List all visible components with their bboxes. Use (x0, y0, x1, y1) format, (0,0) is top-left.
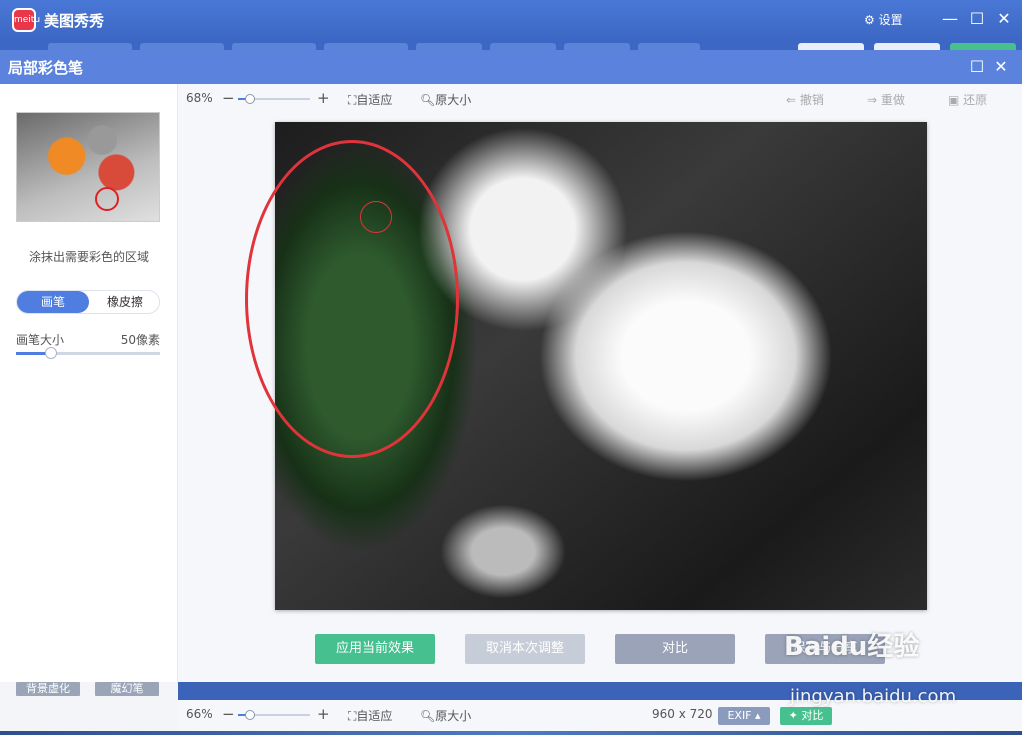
brush-size-value: 50像素 (120, 333, 160, 347)
zoom-slider[interactable] (238, 94, 310, 104)
redo-button[interactable]: ⇒ 重做 (867, 91, 905, 108)
panel-header: 局部彩色笔 ☐ ✕ (0, 50, 1022, 84)
redo-label: 重做 (880, 93, 905, 107)
panel-close-icon[interactable]: ✕ (990, 56, 1012, 78)
brush-size-slider[interactable] (16, 347, 160, 359)
minimize-icon[interactable]: — (939, 8, 961, 30)
tab-stub[interactable] (324, 43, 408, 50)
tab-stub[interactable] (48, 43, 132, 50)
taskbar-edge (0, 731, 1022, 735)
tab-strip (0, 40, 1022, 50)
status-compare-button[interactable]: ✦ 对比 (780, 707, 832, 725)
sidebar: 涂抹出需要彩色的区域 画笔 橡皮擦 画笔大小 50像素 (0, 84, 178, 682)
edited-photo[interactable] (245, 122, 927, 610)
brush-size-handle[interactable] (44, 347, 57, 359)
navigator-thumbnail[interactable] (16, 112, 160, 222)
status-original-label: 原大小 (435, 709, 472, 723)
mode-toggle: 画笔 橡皮擦 (16, 290, 160, 314)
watermark-logo: Baidu经验 (784, 632, 920, 662)
top-toolbar: 68% − + ⛶自适应 🔍︎原大小 ⇐ 撤销 ⇒ 重做 ▣ 还原 (178, 84, 1022, 114)
highlight-ellipse (245, 140, 459, 458)
status-zoom-out-icon[interactable]: − (222, 705, 235, 723)
tab-stub[interactable] (638, 43, 700, 50)
close-icon[interactable]: ✕ (993, 8, 1015, 30)
undo-arrow-icon: ⇐ (786, 93, 800, 107)
tab-stub[interactable] (950, 43, 1016, 50)
gear-icon: ⚙ (864, 13, 875, 27)
app-title: 美图秀秀 (44, 12, 105, 30)
exif-label: EXIF (727, 709, 752, 722)
compare-button[interactable]: 对比 (615, 634, 735, 664)
status-zoom-handle[interactable] (244, 710, 255, 720)
undo-label: 撤销 (799, 93, 824, 107)
tab-stub[interactable] (232, 43, 316, 50)
brush-hint: 涂抹出需要彩色的区域 (28, 250, 149, 264)
magnifier-icon: 🔍︎ (420, 93, 436, 107)
status-fit-button[interactable]: ⛶自适应 (348, 707, 392, 724)
brush-mode-button[interactable]: 画笔 (17, 291, 89, 313)
zoom-handle[interactable] (244, 94, 255, 104)
image-icon: ▣ (948, 93, 964, 107)
zoom-in-icon[interactable]: + (317, 89, 330, 107)
magic-pen-button[interactable]: 魔幻笔 (95, 682, 159, 696)
zoom-level: 68% (186, 91, 213, 105)
brush-cursor-icon (95, 187, 119, 211)
undo-button[interactable]: ⇐ 撤销 (786, 91, 824, 108)
panel-title: 局部彩色笔 (8, 59, 84, 77)
apply-effect-button[interactable]: 应用当前效果 (315, 634, 435, 664)
original-size-label: 原大小 (435, 93, 472, 107)
restore-label: 还原 (963, 93, 988, 107)
settings-label: 设置 (878, 13, 903, 27)
cancel-adjust-button[interactable]: 取消本次调整 (465, 634, 585, 664)
watermark-url: jingyan.baidu.com (790, 686, 957, 707)
tab-stub[interactable] (140, 43, 224, 50)
status-zoom-slider[interactable] (238, 710, 310, 720)
canvas-area: 68% − + ⛶自适应 🔍︎原大小 ⇐ 撤销 ⇒ 重做 ▣ 还原 应用当前效果… (178, 84, 1022, 682)
status-zoom-in-icon[interactable]: + (317, 705, 330, 723)
exif-button[interactable]: EXIF ▴ (718, 707, 770, 725)
app-logo-icon: meitu (12, 8, 40, 32)
magnifier-icon: 🔍︎ (420, 709, 436, 723)
original-size-button[interactable]: 🔍︎原大小 (420, 91, 471, 108)
restore-button[interactable]: ▣ 还原 (948, 91, 987, 108)
brush-size-label: 画笔大小 (16, 333, 65, 347)
fit-button[interactable]: ⛶自适应 (348, 91, 392, 108)
settings-button[interactable]: ⚙ 设置 (864, 11, 903, 28)
title-bar: meitu 美图秀秀 ⚙ 设置 — ☐ ✕ (0, 0, 1022, 40)
status-original-size-button[interactable]: 🔍︎原大小 (420, 707, 471, 724)
status-compare-label: 对比 (801, 709, 824, 722)
status-zoom-level: 66% (186, 707, 213, 721)
tab-stub[interactable] (798, 43, 864, 50)
bg-blur-button[interactable]: 背景虚化 (16, 682, 80, 696)
zoom-out-icon[interactable]: − (222, 89, 235, 107)
image-dimensions: 960 x 720 (652, 707, 713, 721)
tab-stub[interactable] (416, 43, 482, 50)
tab-stub[interactable] (564, 43, 630, 50)
tab-stub[interactable] (874, 43, 940, 50)
lower-sidebar: 背景虚化 魔幻笔 (0, 682, 178, 735)
fit-label: 自适应 (356, 93, 393, 107)
tab-stub[interactable] (490, 43, 556, 50)
compare-icon: ✦ (788, 709, 798, 722)
eraser-mode-button[interactable]: 橡皮擦 (89, 291, 161, 313)
panel-maximize-icon[interactable]: ☐ (966, 56, 988, 78)
brush-cursor-ring (360, 201, 392, 233)
maximize-icon[interactable]: ☐ (966, 8, 988, 30)
redo-arrow-icon: ⇒ (867, 93, 881, 107)
status-fit-label: 自适应 (356, 709, 393, 723)
